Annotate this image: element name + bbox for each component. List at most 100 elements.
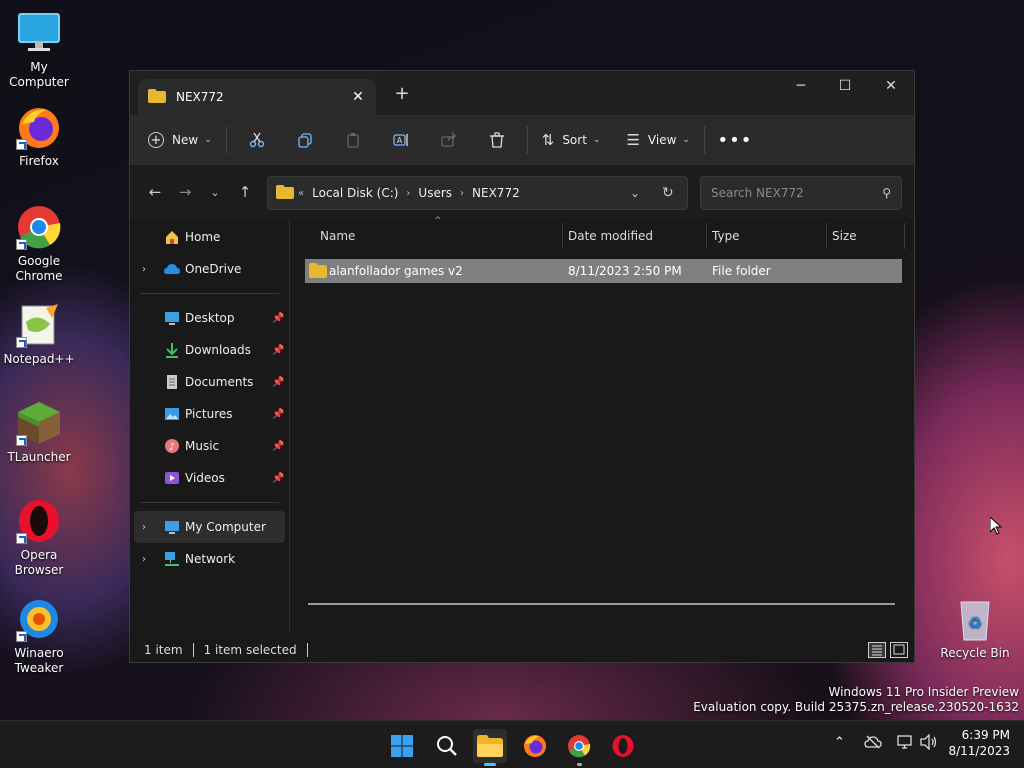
running-indicator	[577, 763, 582, 766]
table-row[interactable]: alanfollador games v2 8/11/2023 2:50 PM …	[305, 259, 902, 283]
new-tab-button[interactable]: +	[392, 85, 412, 105]
column-header-size[interactable]: Size	[832, 229, 857, 243]
sidebar-item-onedrive[interactable]: › OneDrive	[130, 253, 289, 285]
details-view-button[interactable]	[868, 642, 886, 658]
search-button[interactable]	[430, 729, 464, 763]
desktop-icon-firefox[interactable]: Firefox	[0, 104, 78, 169]
column-divider[interactable]	[826, 223, 827, 249]
new-button[interactable]: + New ⌄	[140, 124, 220, 156]
desktop-icon-recycle-bin[interactable]: ♻ Recycle Bin	[936, 596, 1014, 661]
cut-button[interactable]	[233, 124, 281, 156]
back-button[interactable]: ←	[140, 177, 170, 207]
pin-icon[interactable]: 📌	[272, 377, 284, 388]
more-options-button[interactable]: •••	[711, 124, 759, 156]
address-bar[interactable]: « Local Disk (C:) › Users › NEX772 ⌄ ↻	[267, 176, 688, 210]
sort-button[interactable]: ⇅ Sort ⌄	[534, 124, 609, 156]
show-hidden-icons-button[interactable]: ⌃	[834, 735, 845, 750]
rename-button[interactable]: A	[377, 124, 425, 156]
copy-button[interactable]	[281, 124, 329, 156]
delete-button[interactable]	[473, 124, 521, 156]
selection-count: 1 item selected	[203, 643, 297, 657]
trash-icon	[489, 132, 504, 148]
address-row: ← → ⌄ ↑ « Local Disk (C:) › Users › NEX7…	[130, 165, 914, 219]
sidebar-item-network[interactable]: › Network	[130, 543, 289, 575]
sidebar-item-videos[interactable]: Videos 📌	[130, 462, 289, 494]
firefox-icon	[524, 735, 546, 757]
column-header-type[interactable]: Type	[712, 229, 740, 243]
recent-locations-button[interactable]: ⌄	[200, 177, 230, 207]
start-button[interactable]	[385, 729, 419, 763]
forward-button[interactable]: →	[170, 177, 200, 207]
volume-icon[interactable]	[920, 733, 938, 753]
taskbar-file-explorer[interactable]	[473, 729, 507, 766]
sidebar-divider	[140, 502, 279, 503]
sidebar-item-pictures[interactable]: Pictures 📌	[130, 398, 289, 430]
system-clock[interactable]: 6:39 PM 8/11/2023	[948, 727, 1010, 759]
close-tab-icon[interactable]: ✕	[350, 89, 366, 105]
onedrive-offline-icon[interactable]	[864, 735, 882, 752]
desktop-icon-label: TLauncher	[7, 450, 71, 464]
chevron-right-icon[interactable]: ›	[142, 264, 146, 275]
network-icon	[164, 551, 180, 567]
shortcut-arrow-icon	[16, 533, 27, 544]
running-indicator	[484, 763, 496, 766]
desktop-icon-tlauncher[interactable]: TLauncher	[0, 400, 78, 465]
desktop-icon-winaero[interactable]: Winaero Tweaker	[0, 596, 78, 676]
breadcrumb-local-disk[interactable]: Local Disk (C:)	[312, 186, 398, 200]
breadcrumb-overflow[interactable]: «	[298, 188, 304, 199]
rename-icon: A	[393, 134, 408, 146]
chevron-right-icon[interactable]: ›	[142, 554, 146, 565]
column-divider[interactable]	[706, 223, 707, 249]
taskbar-chrome[interactable]	[562, 729, 596, 766]
scissors-icon	[249, 132, 264, 148]
breadcrumb-users[interactable]: Users	[418, 186, 452, 200]
desktop-icon-my-computer[interactable]: My Computer	[0, 10, 78, 90]
paste-button[interactable]	[329, 124, 377, 156]
desktop-icon-chrome[interactable]: Google Chrome	[0, 204, 78, 284]
chevron-right-icon: ›	[406, 187, 411, 199]
column-header-date[interactable]: Date modified	[568, 229, 653, 243]
maximize-button[interactable]: ☐	[822, 71, 868, 101]
chevron-down-icon: ⌄	[204, 135, 212, 145]
sort-ascending-icon: ^	[434, 216, 442, 226]
view-lines-icon: ☰	[626, 131, 640, 149]
pin-icon[interactable]: 📌	[272, 313, 284, 324]
share-button[interactable]	[425, 124, 473, 156]
column-header-name[interactable]: Name	[320, 229, 355, 243]
chrome-icon	[16, 204, 62, 250]
tab-nex772[interactable]: NEX772 ✕	[138, 79, 376, 115]
watermark-line1: Windows 11 Pro Insider Preview	[828, 685, 1019, 699]
pin-icon[interactable]: 📌	[272, 473, 284, 484]
up-button[interactable]: ↑	[230, 177, 260, 207]
pin-icon[interactable]: 📌	[272, 345, 284, 356]
chevron-right-icon[interactable]: ›	[142, 522, 146, 533]
taskbar-opera[interactable]	[606, 729, 640, 763]
sidebar-item-my-computer[interactable]: › My Computer	[134, 511, 285, 543]
search-box[interactable]: ⚲	[700, 176, 902, 210]
minimize-button[interactable]: ─	[778, 71, 824, 101]
search-input[interactable]	[711, 186, 883, 200]
breadcrumb-nex772[interactable]: NEX772	[472, 186, 520, 200]
desktop-icon-opera[interactable]: Opera Browser	[0, 498, 78, 578]
sidebar-item-documents[interactable]: Documents 📌	[130, 366, 289, 398]
horizontal-scrollbar[interactable]	[308, 603, 895, 605]
view-button[interactable]: ☰ View ⌄	[618, 124, 697, 156]
tiles-view-button[interactable]	[890, 642, 908, 658]
sidebar-item-music[interactable]: ♪ Music 📌	[130, 430, 289, 462]
network-status-icon[interactable]	[896, 734, 914, 753]
close-window-button[interactable]: ✕	[868, 71, 914, 101]
pin-icon[interactable]: 📌	[272, 441, 284, 452]
refresh-icon[interactable]: ↻	[662, 185, 674, 201]
taskbar-firefox[interactable]	[518, 729, 552, 763]
sidebar-item-desktop[interactable]: Desktop 📌	[130, 302, 289, 334]
pin-icon[interactable]: 📌	[272, 409, 284, 420]
mouse-cursor-icon	[989, 515, 1003, 538]
sidebar-item-downloads[interactable]: Downloads 📌	[130, 334, 289, 366]
column-divider[interactable]	[562, 223, 563, 249]
sidebar-item-home[interactable]: Home	[130, 221, 289, 253]
notepadpp-icon	[16, 302, 62, 348]
taskbar: ⌃	[0, 720, 1024, 768]
column-divider[interactable]	[904, 223, 905, 249]
address-history-dropdown[interactable]: ⌄	[630, 186, 640, 200]
desktop-icon-notepadpp[interactable]: Notepad++	[0, 302, 78, 367]
